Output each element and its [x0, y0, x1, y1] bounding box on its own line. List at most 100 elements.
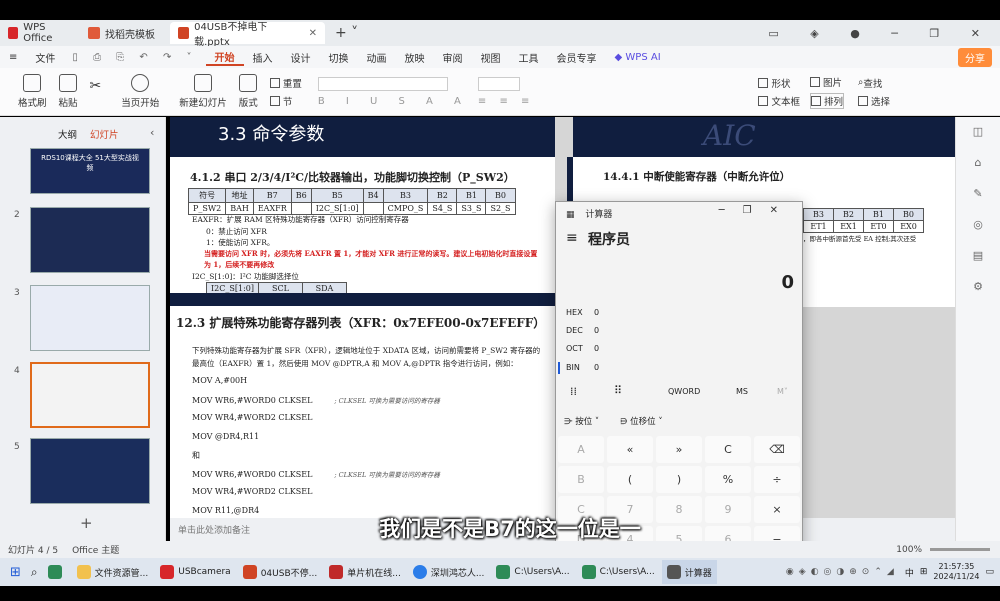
- menu-insert[interactable]: 插入: [244, 50, 282, 65]
- side-tool-icon[interactable]: ⌂: [975, 156, 982, 169]
- bit-toggle-icon[interactable]: ⠿: [614, 384, 622, 397]
- play-from-current-button[interactable]: 当页开始: [121, 74, 159, 109]
- wechat-icon[interactable]: [47, 565, 62, 579]
- side-tool-icon[interactable]: ▤: [973, 249, 983, 262]
- menu-slideshow[interactable]: 放映: [396, 50, 434, 65]
- menu-design[interactable]: 设计: [282, 50, 320, 65]
- add-slide-icon[interactable]: +: [80, 514, 93, 532]
- taskbar-app-path2[interactable]: C:\Users\A...: [577, 560, 660, 584]
- slide-thumb-3[interactable]: [30, 285, 150, 351]
- word-size-button[interactable]: QWORD: [668, 387, 700, 396]
- tab-pptx[interactable]: 04USB不掉电下载.pptx ✕: [170, 22, 325, 48]
- bitshift-dropdown[interactable]: ⋻ 位移位 ˅: [620, 415, 663, 427]
- keypad-icon[interactable]: ⁞⁞: [570, 385, 577, 398]
- font-size-select[interactable]: [477, 76, 520, 91]
- layout-button[interactable]: 版式: [239, 74, 258, 109]
- format-painter-button[interactable]: 格式刷: [18, 74, 47, 109]
- calculator-menu-icon[interactable]: ≡: [566, 230, 578, 246]
- calculator-titlebar: ▦ 计算器: [566, 207, 612, 220]
- clock[interactable]: 21:57:35 2024/11/24: [933, 562, 979, 582]
- calculator-window-controls[interactable]: ─❐✕: [719, 205, 796, 216]
- close-tab-icon[interactable]: ✕: [309, 28, 317, 39]
- ime-indicator[interactable]: 中: [905, 566, 914, 579]
- key-divide[interactable]: ÷: [754, 466, 800, 493]
- taskbar-app-camera[interactable]: USBcamera: [155, 560, 235, 584]
- menu-transition[interactable]: 切换: [320, 50, 358, 65]
- cut-button[interactable]: ✂: [90, 78, 102, 105]
- hamburger-icon[interactable]: ≡: [0, 52, 26, 63]
- picture-button[interactable]: 图片: [809, 75, 844, 89]
- collapse-panel-icon[interactable]: ‹: [150, 126, 154, 139]
- tab-slides[interactable]: 幻灯片: [90, 130, 119, 141]
- menu-review[interactable]: 审阅: [434, 50, 472, 65]
- menu-file[interactable]: 文件: [26, 50, 64, 65]
- key-close-paren[interactable]: ): [656, 466, 702, 493]
- slide-thumb-4[interactable]: [30, 362, 150, 428]
- select-button[interactable]: 选择: [857, 94, 890, 108]
- share-button[interactable]: 分享: [958, 47, 992, 67]
- key-a[interactable]: A: [558, 436, 604, 463]
- side-tool-icon[interactable]: ✎: [973, 187, 982, 200]
- radix-row-hex[interactable]: HEX 0: [566, 308, 599, 317]
- radix-row-dec[interactable]: DEC 0: [566, 326, 599, 335]
- tab-outline[interactable]: 大纲: [58, 130, 77, 141]
- taskbar-app-mcu[interactable]: 单片机在线...: [324, 560, 406, 584]
- window-controls[interactable]: ▭ ◈ ● ─ ❐ ✕: [768, 27, 1000, 40]
- menu-wps-ai[interactable]: ◆ WPS AI: [606, 52, 670, 63]
- key-shift-left[interactable]: «: [607, 436, 653, 463]
- slide-thumb-2[interactable]: [30, 207, 150, 273]
- textbox-button[interactable]: 文本框: [758, 94, 800, 108]
- code-text: 和: [192, 451, 200, 460]
- side-tool-icon[interactable]: ◎: [973, 218, 983, 231]
- slide-thumb-1[interactable]: RDS10课程大全 51大型实战视频: [30, 148, 150, 194]
- search-icon[interactable]: ⌕: [31, 565, 38, 580]
- menu-home[interactable]: 开始: [205, 49, 244, 66]
- zoom-slider[interactable]: [930, 548, 990, 551]
- slide-thumb-5[interactable]: [30, 438, 150, 504]
- notification-icon[interactable]: ▭: [985, 567, 994, 577]
- taskbar-app-wps[interactable]: 04USB不停...: [238, 560, 323, 584]
- paragraph-icons[interactable]: ≡ ≡ ≡: [478, 96, 535, 107]
- key-shift-right[interactable]: »: [656, 436, 702, 463]
- key-multiply[interactable]: ×: [754, 496, 800, 523]
- zoom-level[interactable]: 100%: [896, 545, 922, 555]
- arrange-button[interactable]: 排列: [809, 92, 844, 109]
- new-tab-icon[interactable]: + ˅: [335, 25, 358, 41]
- input-mode-icon[interactable]: ⊞: [920, 567, 928, 577]
- quick-access-icons[interactable]: ▯ ⎙ ⎘ ↶ ↷ ˅: [64, 52, 205, 63]
- radix-row-oct[interactable]: OCT 0: [566, 344, 599, 353]
- bitwise-dropdown[interactable]: ⋺ 按位 ˅: [564, 415, 599, 427]
- taskbar-app-explorer[interactable]: 文件资源管...: [72, 560, 154, 584]
- radix-row-bin[interactable]: BIN 0: [566, 363, 599, 372]
- menu-tools[interactable]: 工具: [510, 50, 548, 65]
- menu-animation[interactable]: 动画: [358, 50, 396, 65]
- key-b[interactable]: B: [558, 466, 604, 493]
- key-percent[interactable]: %: [705, 466, 751, 493]
- key-clear[interactable]: C: [705, 436, 751, 463]
- windows-start-icon[interactable]: ⊞: [10, 565, 21, 580]
- side-tool-icon[interactable]: ⚙: [973, 280, 983, 293]
- memory-store-button[interactable]: MS: [736, 387, 748, 396]
- font-format-icons[interactable]: B I U S A A: [318, 96, 470, 107]
- code-line: 和: [192, 450, 440, 469]
- paste-button[interactable]: 粘贴: [59, 74, 78, 109]
- tray-icons[interactable]: ◉◈◐◎◑⊕⊙⌃◢: [786, 567, 899, 577]
- font-name-select[interactable]: [317, 76, 448, 91]
- reset-button[interactable]: 重置: [269, 76, 302, 90]
- key-open-paren[interactable]: (: [607, 466, 653, 493]
- tab-template[interactable]: 找稻壳模板: [80, 22, 168, 44]
- menu-view[interactable]: 视图: [472, 50, 510, 65]
- menu-member[interactable]: 会员专享: [548, 50, 606, 65]
- taskbar-app-calculator[interactable]: 计算器: [661, 560, 717, 584]
- taskbar-app-browser[interactable]: 深圳鸿芯人...: [408, 560, 490, 584]
- find-button[interactable]: ⌕ 查找: [858, 76, 890, 90]
- xfr-paragraph: 下列特殊功能寄存器为扩展 SFR（XFR），逻辑地址位于 XDATA 区域，访问…: [192, 346, 541, 368]
- tab-wps-office[interactable]: WPS Office: [0, 22, 78, 44]
- section-button[interactable]: 节: [269, 94, 302, 108]
- key-backspace[interactable]: ⌫: [754, 436, 800, 463]
- taskbar-app-path1[interactable]: C:\Users\A...: [491, 560, 574, 584]
- side-tool-icon[interactable]: ◫: [973, 125, 983, 138]
- memory-view-button[interactable]: M˅: [777, 387, 788, 396]
- new-slide-button[interactable]: 新建幻灯片: [179, 74, 227, 109]
- shape-button[interactable]: 形状: [758, 76, 800, 90]
